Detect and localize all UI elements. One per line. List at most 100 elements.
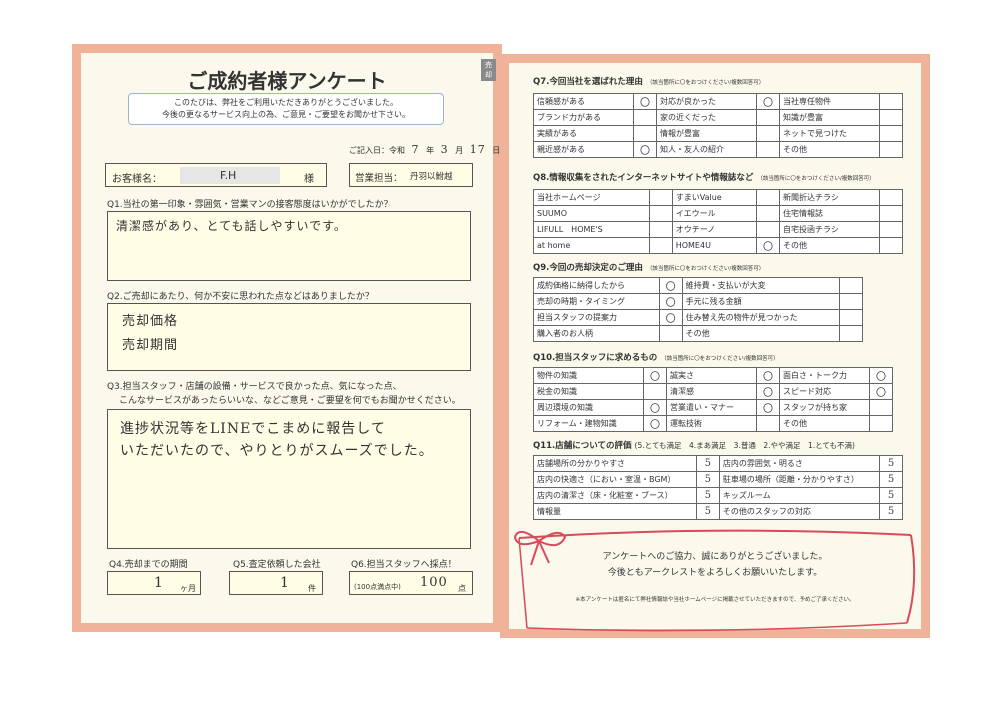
- answer-mark-cell: 〇: [633, 93, 657, 110]
- option-label-cell: 成約価格に納得したから: [533, 277, 660, 294]
- q5-unit: 件: [308, 584, 316, 593]
- answer-mark-cell: 〇: [642, 399, 667, 416]
- q11-row: 店内の快適さ（におい・室温・BGM） 5 駐車場の場所（距離・分かりやすさ） 5: [533, 471, 903, 488]
- option-label-cell: 親近感がある: [533, 141, 634, 158]
- answer-mark-cell: [755, 221, 780, 238]
- option-label-cell: 対応が良かった: [656, 93, 757, 110]
- q6-answer-box: (100点満点中) 100 点: [349, 571, 473, 595]
- answer-mark-cell: [642, 383, 667, 400]
- customer-suffix: 様: [304, 174, 314, 185]
- answer-mark-cell: 〇: [633, 141, 657, 158]
- answer-mark-cell: [658, 325, 683, 342]
- option-label-cell: 店舗場所の分かりやすさ: [533, 455, 697, 472]
- answer-mark-cell: [839, 309, 863, 326]
- disclaimer: ※本アンケートは匿名にて弊社情報誌や当社ホームページに掲載させていただきますので…: [575, 597, 855, 603]
- q7-note: （該当箇所に〇をおつけください/複数回答可）: [646, 80, 765, 86]
- q10-row: 税金の知識 清潔感〇スピード対応〇: [533, 383, 893, 400]
- answer-mark-cell: [879, 125, 903, 142]
- option-label-cell: 駐車場の場所（距離・分かりやすさ）: [718, 471, 881, 488]
- option-label-cell: 店内の快適さ（におい・室温・BGM）: [533, 471, 697, 488]
- option-label-cell: その他: [778, 415, 871, 432]
- date-month-unit: 月: [455, 146, 464, 155]
- option-label-cell: 営業遣い・マナー: [665, 399, 757, 416]
- answer-mark-cell: [839, 325, 863, 342]
- customer-name: F.H: [220, 169, 237, 182]
- answer-mark-cell: [648, 189, 673, 206]
- q1-answer: 清潔感があり、とても話しやすいです。: [116, 219, 347, 233]
- q7-row: 親近感がある〇知人・友人の紹介 その他: [533, 141, 903, 158]
- staff-label: 営業担当：: [355, 173, 403, 184]
- q4-answer: 1: [154, 575, 164, 591]
- q3-question-2: こんなサービスがあったらいいな、などご意見・ご要望を何でもお聞かせください。: [119, 396, 461, 406]
- answer-mark-cell: 〇: [658, 309, 683, 326]
- option-label-cell: イエウール: [671, 205, 757, 222]
- option-label-cell: 知人・友人の紹介: [656, 141, 757, 158]
- q7-title: Q7.今回当社を選ばれた理由: [533, 77, 643, 87]
- option-label-cell: その他のスタッフの対応: [718, 503, 881, 520]
- customer-label: お客様名：: [112, 174, 162, 185]
- sale-tag: 売却: [481, 59, 496, 81]
- q10-title: Q10.担当スタッフに求めるもの: [533, 353, 658, 363]
- q9-table: 成約価格に納得したから〇維持費・支払いが大変 売却の時期・タイミング〇手元に残る金…: [533, 277, 863, 342]
- option-label-cell: 信頼感がある: [533, 93, 634, 110]
- option-label-cell: スピード対応: [778, 383, 871, 400]
- answer-mark-cell: [879, 221, 903, 238]
- answer-mark-cell: [879, 109, 903, 126]
- q2-question: Q2.ご売却にあたり、何か不安に思われた点などはありましたか？: [107, 292, 374, 302]
- q3-answer-1: 進捗状況等をLINEでこまめに報告して: [120, 421, 386, 437]
- staff-name: 丹羽以鮒越: [410, 172, 453, 182]
- q4-question: Q4.売却までの期間: [109, 560, 188, 570]
- q2-answer-2: 売却期間: [122, 338, 179, 353]
- q4-answer-box: 1 ヶ月: [107, 571, 201, 595]
- q11-row: 店内の清潔さ（床・化粧室・ブース） 5 キッズルーム 5: [533, 487, 903, 504]
- option-label-cell: 当社ホームページ: [533, 189, 650, 206]
- thanks-message: アンケートへのご協力、誠にありがとうございました。 今後ともアークレストをよろし…: [529, 549, 901, 581]
- date-day: 17: [469, 143, 486, 156]
- option-label-cell: 周辺環境の知識: [533, 399, 644, 416]
- option-label-cell: 情報量: [533, 503, 697, 520]
- q7-table: 信頼感がある〇対応が良かった〇当社専任物件 ブランド力がある 家の近くだった 知識が豊…: [533, 93, 903, 158]
- option-label-cell: その他: [778, 237, 881, 254]
- option-label-cell: すまいValue: [671, 189, 757, 206]
- answer-mark-cell: [648, 221, 673, 238]
- answer-mark-cell: 〇: [756, 93, 780, 110]
- q8-heading: Q8.情報収集をされたインターネットサイトや情報誌など （該当箇所に〇をおつけくだ…: [533, 171, 875, 183]
- option-label-cell: 住宅情報誌: [778, 205, 881, 222]
- answer-mark-cell: [648, 237, 673, 254]
- option-label-cell: 維持費・支払いが大変: [681, 277, 841, 294]
- answer-mark-cell: 〇: [755, 383, 780, 400]
- option-label-cell: ブランド力がある: [533, 109, 634, 126]
- option-label-cell: 自宅投函チラシ: [778, 221, 881, 238]
- date-row: ご記入日：令和 7 年 3 月 17 日: [349, 143, 500, 156]
- option-label-cell: 当社専任物件: [779, 93, 880, 110]
- answer-mark-cell: 〇: [642, 367, 667, 384]
- option-label-cell: 情報が豊富: [656, 125, 757, 142]
- option-label-cell: 住み替え先の物件が見つかった: [681, 309, 841, 326]
- option-label-cell: 面白さ・トーク力: [778, 367, 871, 384]
- q4-unit: ヶ月: [180, 584, 196, 593]
- answer-mark-cell: [869, 415, 893, 432]
- answer-mark-cell: [839, 293, 863, 310]
- answer-mark-cell: [755, 415, 780, 432]
- q8-note: （該当箇所に〇をおつけください/複数回答可）: [757, 176, 875, 182]
- q9-note: （該当箇所に〇をおつけください/複数回答可）: [646, 266, 765, 272]
- answer-mark-cell: [756, 125, 780, 142]
- option-label-cell: LIFULL HOME'S: [533, 221, 650, 238]
- answer-mark-cell: 5: [695, 455, 720, 472]
- q10-note: （該当箇所に〇をおつけください/複数回答可）: [661, 356, 779, 362]
- option-label-cell: 売却の時期・タイミング: [533, 293, 660, 310]
- q10-row: 周辺環境の知識〇営業遣い・マナー〇スタッフが持ち家: [533, 399, 893, 416]
- q7-row: 信頼感がある〇対応が良かった〇当社専任物件: [533, 93, 903, 110]
- q10-heading: Q10.担当スタッフに求めるもの （該当箇所に〇をおつけください/複数回答可）: [533, 351, 779, 363]
- option-label-cell: 運転技術: [665, 415, 757, 432]
- option-label-cell: スタッフが持ち家: [778, 399, 871, 416]
- option-label-cell: 清潔感: [665, 383, 757, 400]
- answer-mark-cell: [755, 205, 780, 222]
- answer-mark-cell: 5: [695, 471, 720, 488]
- q6-answer: 100: [420, 575, 448, 590]
- q2-answer-1: 売却価格: [122, 314, 179, 329]
- q8-row: SUUMO イエウール 住宅情報誌: [533, 205, 903, 222]
- option-label-cell: 手元に残る金額: [681, 293, 841, 310]
- q7-row: 実績がある 情報が豊富 ネットで見つけた: [533, 125, 903, 142]
- option-label-cell: 税金の知識: [533, 383, 644, 400]
